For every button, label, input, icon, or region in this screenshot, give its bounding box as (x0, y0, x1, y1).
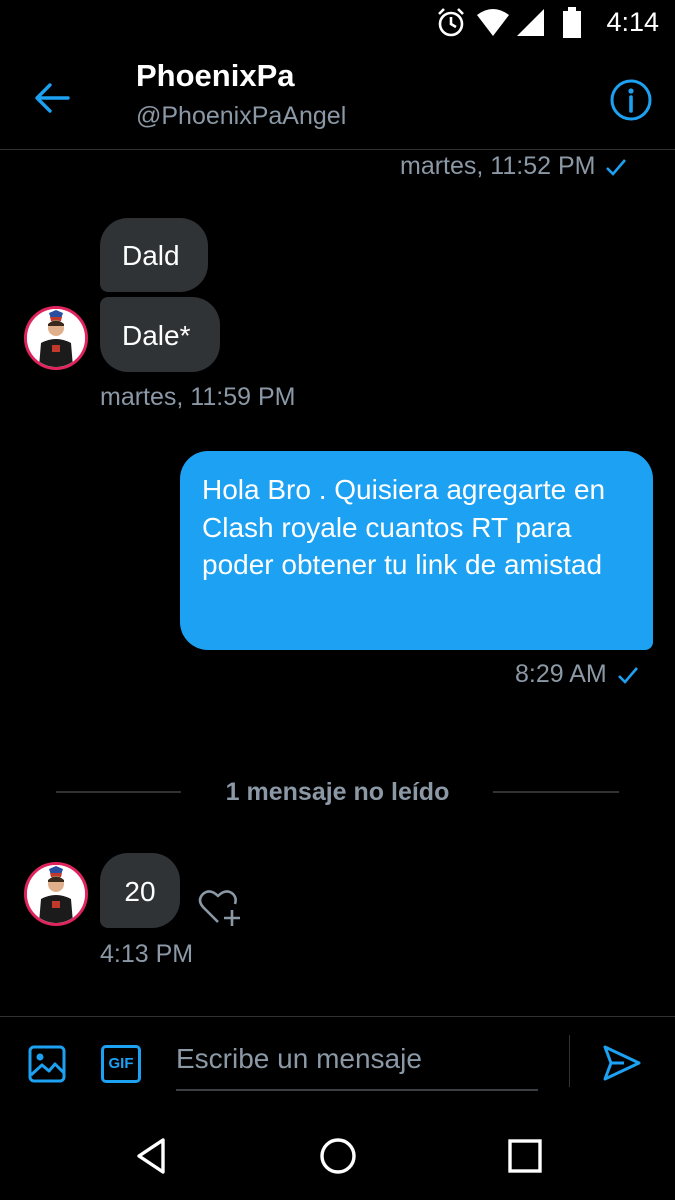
back-triangle-icon[interactable] (130, 1134, 174, 1178)
message-text: Dald (122, 240, 180, 271)
battery-icon (563, 7, 581, 38)
message-text: Dale* (122, 320, 191, 351)
arrow-left-icon (35, 83, 70, 113)
timestamp-text: martes, 11:52 PM (400, 152, 596, 180)
composer-divider (569, 1035, 570, 1087)
back-button[interactable] (28, 78, 76, 118)
incoming-message[interactable]: 20 (100, 853, 180, 928)
avatar[interactable] (24, 306, 88, 370)
alarm-icon (438, 8, 464, 37)
check-icon (606, 159, 627, 177)
info-icon[interactable] (609, 78, 653, 122)
message-timestamp: 8:29 AM (515, 660, 639, 689)
recents-square-icon[interactable] (503, 1134, 547, 1178)
conversation-header: PhoenixPa @PhoenixPaAngel (0, 48, 675, 150)
android-nav-bar (0, 1112, 675, 1200)
message-timestamp: martes, 11:59 PM (100, 383, 296, 411)
avatar[interactable] (24, 862, 88, 926)
unread-divider: 1 mensaje no leído (0, 770, 675, 814)
add-reaction-icon[interactable] (196, 886, 244, 930)
message-text: 20 (124, 876, 156, 907)
status-bar: 4:14 (0, 0, 675, 48)
image-icon[interactable] (28, 1045, 66, 1083)
contact-handle: @PhoenixPaAngel (136, 102, 347, 130)
gif-button[interactable]: GIF (101, 1045, 141, 1083)
message-input[interactable] (176, 1037, 538, 1081)
message-input-wrapper (176, 1037, 538, 1091)
signal-icon (517, 9, 544, 36)
message-timestamp: 4:13 PM (100, 940, 194, 968)
check-icon (617, 667, 638, 685)
avatar-image (27, 865, 85, 923)
send-icon[interactable] (602, 1043, 642, 1083)
home-circle-icon[interactable] (316, 1134, 360, 1178)
timestamp-text: 8:29 AM (515, 660, 607, 688)
message-text: Hola Bro . Quisiera agregarte en Clash r… (202, 474, 606, 581)
contact-name[interactable]: PhoenixPa (136, 58, 295, 94)
message-timestamp: martes, 11:52 PM (400, 152, 627, 181)
divider-line (493, 791, 619, 793)
avatar-image (27, 309, 85, 367)
incoming-message[interactable]: Dald (100, 218, 208, 292)
incoming-message[interactable]: Dale* (100, 297, 220, 372)
status-time: 4:14 (606, 7, 659, 37)
wifi-icon (477, 9, 509, 36)
outgoing-message[interactable]: Hola Bro . Quisiera agregarte en Clash r… (180, 451, 653, 650)
message-composer: GIF (0, 1016, 675, 1112)
